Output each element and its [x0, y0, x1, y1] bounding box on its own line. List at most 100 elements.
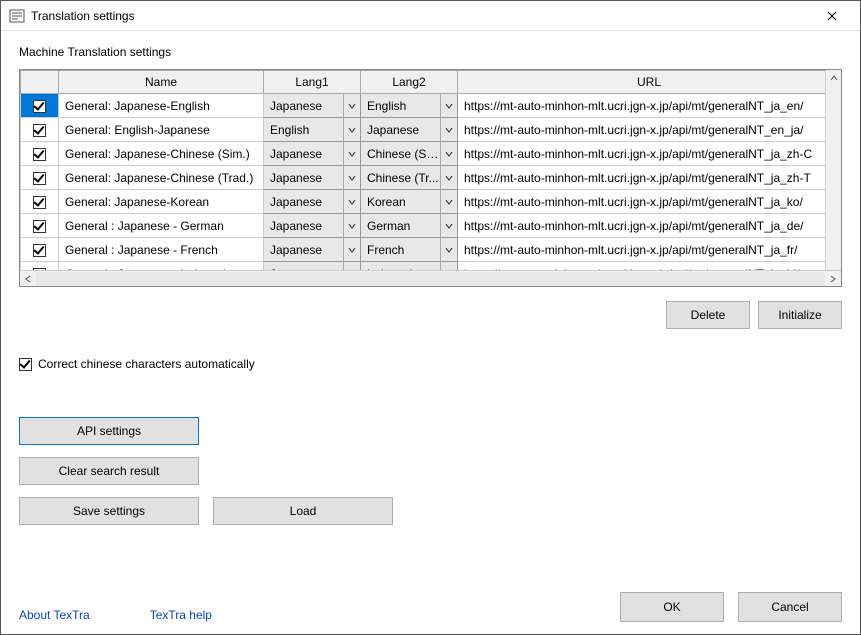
row-name: General: Japanese-Korean: [59, 190, 264, 214]
row-lang1-dropdown[interactable]: Japanese: [264, 190, 361, 214]
chevron-down-icon: [440, 142, 457, 165]
window-title: Translation settings: [31, 9, 812, 23]
row-lang2-dropdown[interactable]: Japanese: [361, 118, 458, 142]
row-name: General: Japanese-English: [59, 94, 264, 118]
chevron-down-icon: [343, 238, 360, 261]
row-checkbox-cell[interactable]: [21, 214, 59, 238]
api-settings-button[interactable]: API settings: [19, 417, 199, 445]
row-checkbox[interactable]: [33, 124, 46, 137]
row-lang2-dropdown[interactable]: English: [361, 94, 458, 118]
chevron-down-icon: [343, 118, 360, 141]
chevron-down-icon: [440, 166, 457, 189]
row-url: https://mt-auto-minhon-mlt.ucri.jgn-x.jp…: [458, 238, 841, 262]
section-heading: Machine Translation settings: [19, 45, 842, 59]
initialize-button[interactable]: Initialize: [758, 301, 842, 329]
chevron-down-icon: [440, 214, 457, 237]
row-checkbox-cell[interactable]: [21, 142, 59, 166]
row-lang2-dropdown[interactable]: Indonesian: [361, 262, 458, 270]
column-header-check[interactable]: [21, 71, 59, 94]
row-lang2-dropdown[interactable]: French: [361, 238, 458, 262]
table-row[interactable]: General: Japanese-Chinese (Trad.)Japanes…: [21, 166, 841, 190]
app-icon: [9, 8, 25, 24]
save-settings-button[interactable]: Save settings: [19, 497, 199, 525]
table-row[interactable]: General: English-JapaneseEnglishJapanese…: [21, 118, 841, 142]
chevron-down-icon: [343, 190, 360, 213]
row-name: General: English-Japanese: [59, 118, 264, 142]
row-url: https://mt-auto-minhon-mlt.ucri.jgn-x.jp…: [458, 214, 841, 238]
scroll-right-icon[interactable]: [825, 272, 841, 286]
chevron-down-icon: [343, 94, 360, 117]
row-checkbox-cell[interactable]: [21, 190, 59, 214]
row-url: https://mt-auto-minhon-mlt.ucri.jgn-x.jp…: [458, 262, 841, 270]
table-row[interactable]: General: Japanese-Chinese (Sim.)Japanese…: [21, 142, 841, 166]
table-row[interactable]: General : Japanese - IndonesianJapaneseI…: [21, 262, 841, 270]
scroll-left-icon[interactable]: [20, 272, 36, 286]
ok-button[interactable]: OK: [620, 592, 724, 622]
row-lang1-dropdown[interactable]: Japanese: [264, 166, 361, 190]
row-lang1-dropdown[interactable]: Japanese: [264, 214, 361, 238]
delete-button[interactable]: Delete: [666, 301, 750, 329]
close-button[interactable]: [812, 2, 852, 30]
scroll-up-icon[interactable]: [827, 70, 841, 86]
clear-search-button[interactable]: Clear search result: [19, 457, 199, 485]
column-header-name[interactable]: Name: [59, 71, 264, 94]
chevron-down-icon: [440, 118, 457, 141]
table-row[interactable]: General : Japanese - GermanJapaneseGerma…: [21, 214, 841, 238]
row-lang1-dropdown[interactable]: English: [264, 118, 361, 142]
scrollbar-track[interactable]: [36, 272, 825, 286]
row-checkbox[interactable]: [33, 220, 46, 233]
help-link[interactable]: TexTra help: [150, 608, 212, 622]
chevron-down-icon: [343, 214, 360, 237]
dialog-content: Machine Translation settings Name Lang1 …: [1, 31, 860, 634]
chevron-down-icon: [343, 262, 360, 270]
vertical-scrollbar[interactable]: [825, 70, 841, 270]
row-name: General : Japanese - German: [59, 214, 264, 238]
row-lang1-dropdown[interactable]: Japanese: [264, 142, 361, 166]
row-name: General: Japanese-Chinese (Trad.): [59, 166, 264, 190]
auto-correct-label: Correct chinese characters automatically: [38, 357, 255, 371]
row-checkbox-cell[interactable]: [21, 166, 59, 190]
chevron-down-icon: [343, 142, 360, 165]
row-checkbox[interactable]: [33, 100, 46, 113]
row-lang1-dropdown[interactable]: Japanese: [264, 262, 361, 270]
chevron-down-icon: [440, 238, 457, 261]
row-name: General : Japanese - Indonesian: [59, 262, 264, 270]
row-name: General : Japanese - French: [59, 238, 264, 262]
row-url: https://mt-auto-minhon-mlt.ucri.jgn-x.jp…: [458, 190, 841, 214]
row-checkbox-cell[interactable]: [21, 238, 59, 262]
table-row[interactable]: General: Japanese-EnglishJapaneseEnglish…: [21, 94, 841, 118]
chevron-down-icon: [440, 190, 457, 213]
about-link[interactable]: About TexTra: [19, 608, 90, 622]
row-checkbox-cell[interactable]: [21, 118, 59, 142]
column-header-url[interactable]: URL: [458, 71, 841, 94]
row-checkbox[interactable]: [33, 244, 46, 257]
load-button[interactable]: Load: [213, 497, 393, 525]
row-lang1-dropdown[interactable]: Japanese: [264, 94, 361, 118]
row-lang2-dropdown[interactable]: Korean: [361, 190, 458, 214]
auto-correct-checkbox[interactable]: [19, 358, 32, 371]
chevron-down-icon: [343, 166, 360, 189]
row-checkbox[interactable]: [33, 148, 46, 161]
row-lang2-dropdown[interactable]: Chinese (Si...: [361, 142, 458, 166]
table-row[interactable]: General : Japanese - FrenchJapaneseFrenc…: [21, 238, 841, 262]
row-lang2-dropdown[interactable]: Chinese (Tr...: [361, 166, 458, 190]
row-lang2-dropdown[interactable]: German: [361, 214, 458, 238]
row-lang1-dropdown[interactable]: Japanese: [264, 238, 361, 262]
chevron-down-icon: [440, 94, 457, 117]
row-checkbox[interactable]: [33, 196, 46, 209]
cancel-button[interactable]: Cancel: [738, 592, 842, 622]
row-checkbox-cell[interactable]: [21, 262, 59, 270]
row-checkbox-cell[interactable]: [21, 94, 59, 118]
titlebar: Translation settings: [1, 1, 860, 31]
row-name: General: Japanese-Chinese (Sim.): [59, 142, 264, 166]
column-header-lang2[interactable]: Lang2: [361, 71, 458, 94]
row-url: https://mt-auto-minhon-mlt.ucri.jgn-x.jp…: [458, 118, 841, 142]
table-row[interactable]: General: Japanese-KoreanJapaneseKoreanht…: [21, 190, 841, 214]
row-url: https://mt-auto-minhon-mlt.ucri.jgn-x.jp…: [458, 94, 841, 118]
row-checkbox[interactable]: [33, 172, 46, 185]
column-header-lang1[interactable]: Lang1: [264, 71, 361, 94]
row-url: https://mt-auto-minhon-mlt.ucri.jgn-x.jp…: [458, 142, 841, 166]
horizontal-scrollbar[interactable]: [20, 270, 841, 286]
chevron-down-icon: [440, 262, 457, 270]
translation-settings-dialog: Translation settings Machine Translation…: [0, 0, 861, 635]
